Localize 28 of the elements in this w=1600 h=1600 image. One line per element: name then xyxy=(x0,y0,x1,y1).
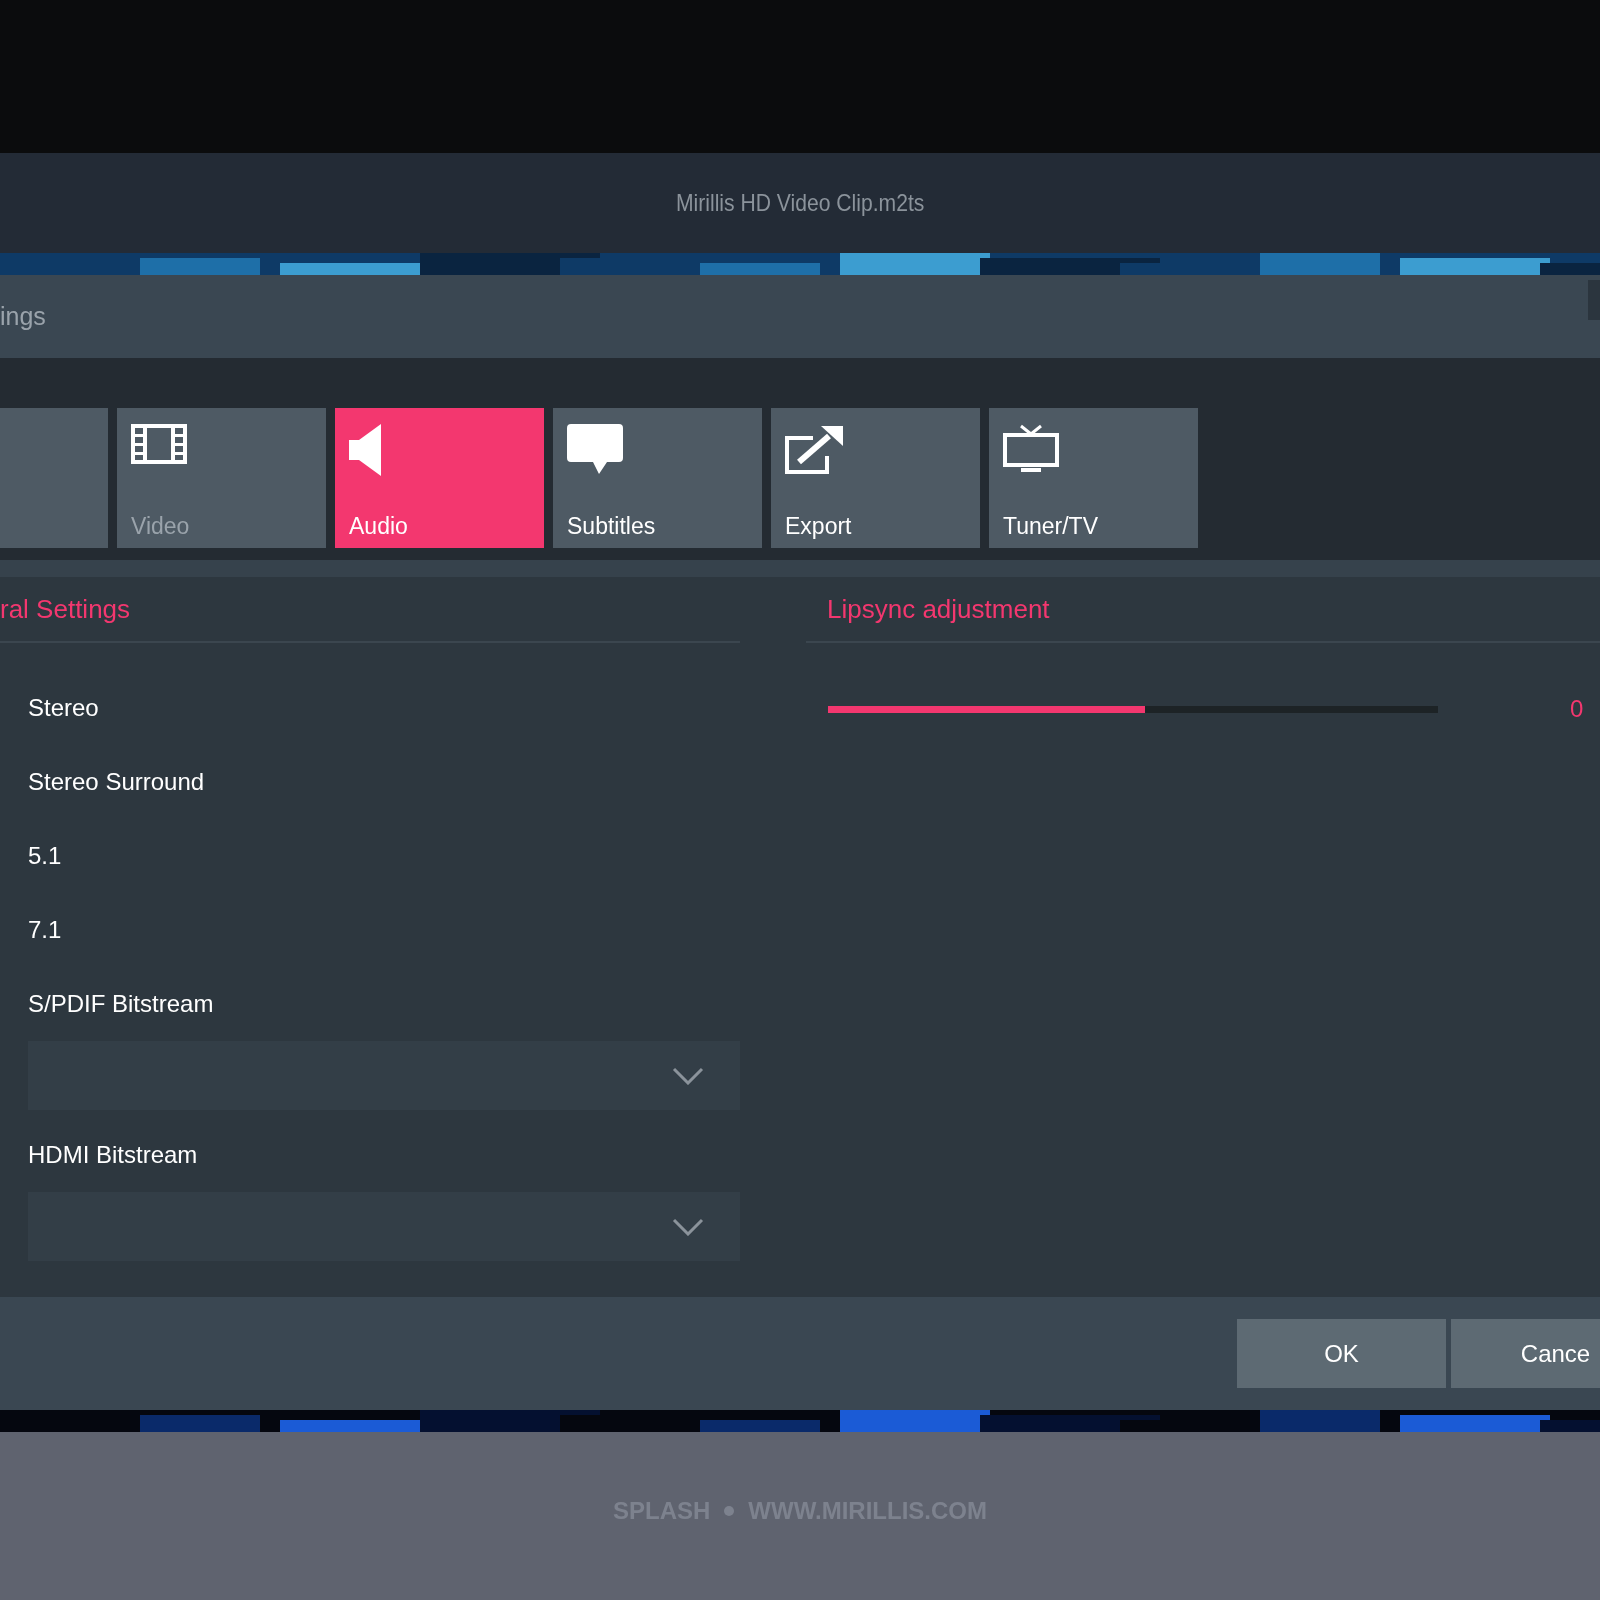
option-label[interactable]: Stereo xyxy=(28,694,99,722)
dialog-button[interactable]: OK xyxy=(1237,1319,1446,1388)
settings-title: ings xyxy=(0,302,46,331)
chevron-down-icon xyxy=(672,1217,704,1236)
dropdown-field[interactable] xyxy=(28,1041,740,1110)
slider-value: 0 xyxy=(1570,695,1584,723)
film-icon xyxy=(131,424,187,464)
tv-icon xyxy=(1003,424,1059,474)
option-label[interactable]: HDMI Bitstream xyxy=(28,1141,198,1169)
category-tab[interactable]: Tuner/TV xyxy=(989,408,1198,548)
bullet-icon xyxy=(724,1506,735,1516)
option-label[interactable]: 7.1 xyxy=(28,916,62,944)
dialog-button[interactable]: Cance xyxy=(1451,1319,1600,1388)
export-icon xyxy=(785,424,845,474)
dropdown-field[interactable] xyxy=(28,1192,740,1261)
category-tab[interactable]: Export xyxy=(771,408,980,548)
chevron-down-icon xyxy=(672,1066,704,1085)
lipsync-slider[interactable] xyxy=(828,705,1438,713)
section-title: ral Settings xyxy=(0,593,131,625)
option-label[interactable]: Stereo Surround xyxy=(28,768,205,796)
section-title: Lipsync adjustment xyxy=(827,593,1050,625)
speech-bubble-icon xyxy=(567,424,623,474)
option-label[interactable]: 5.1 xyxy=(28,842,62,870)
window-title: Mirillis HD Video Clip.m2ts xyxy=(675,189,925,217)
speaker-icon xyxy=(349,424,383,476)
option-label[interactable]: S/PDIF Bitstream xyxy=(28,990,214,1018)
category-tab[interactable]: Subtitles xyxy=(553,408,762,548)
category-tab[interactable]: Audio xyxy=(335,408,544,548)
